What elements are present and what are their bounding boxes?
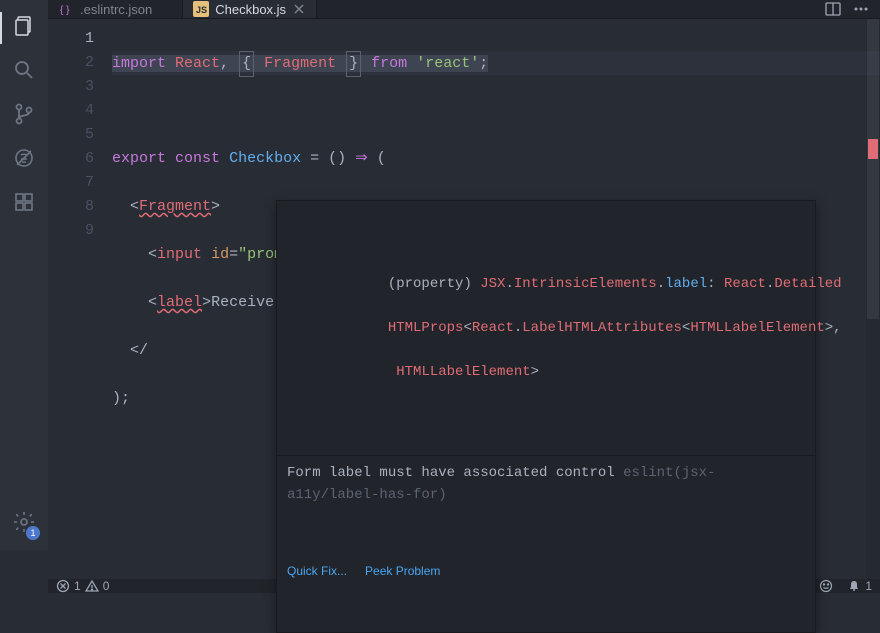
- editor[interactable]: 1 2 3 4 5 6 7 8 9 import React, { Fragme…: [48, 19, 880, 579]
- git-branch-icon: [12, 102, 36, 131]
- line-number: 9: [48, 219, 94, 243]
- status-feedback[interactable]: [819, 579, 833, 593]
- hover-message: Form label must have associated control …: [277, 455, 815, 512]
- activity-settings[interactable]: 1: [0, 504, 48, 544]
- activity-extensions[interactable]: [0, 184, 48, 224]
- status-notifications[interactable]: 1: [847, 579, 872, 593]
- tab-bar: { } .eslintrc.json JS Checkbox.js: [48, 0, 880, 19]
- activity-source-control[interactable]: [0, 96, 48, 136]
- more-icon[interactable]: [852, 0, 870, 18]
- line-number: 4: [48, 99, 94, 123]
- tab-label: .eslintrc.json: [80, 2, 152, 17]
- bug-slash-icon: [12, 146, 36, 175]
- extensions-icon: [12, 190, 36, 219]
- bell-icon: [847, 579, 861, 593]
- error-icon: [56, 579, 70, 593]
- svg-text:{ }: { }: [60, 5, 70, 16]
- line-number: 2: [48, 51, 94, 75]
- search-icon: [12, 58, 36, 87]
- status-problems[interactable]: 1 0: [56, 579, 109, 593]
- code-line: [112, 99, 880, 123]
- code-area[interactable]: import React, { Fragment } from 'react';…: [112, 19, 880, 579]
- line-number: 7: [48, 171, 94, 195]
- line-number: 1: [48, 27, 94, 51]
- json-icon: { }: [58, 1, 74, 17]
- smiley-icon: [819, 579, 833, 593]
- line-number: 5: [48, 123, 94, 147]
- tab-label: Checkbox.js: [215, 2, 286, 17]
- line-gutter: 1 2 3 4 5 6 7 8 9: [48, 19, 112, 579]
- scroll-error-marker: [868, 139, 878, 159]
- close-icon[interactable]: [292, 2, 306, 16]
- split-editor-icon[interactable]: [824, 0, 842, 18]
- hover-widget: (property) JSX.IntrinsicElements.label: …: [276, 200, 816, 633]
- line-number: 8: [48, 195, 94, 219]
- activity-search[interactable]: [0, 52, 48, 92]
- warning-icon: [85, 579, 99, 593]
- files-icon: [12, 14, 36, 43]
- hover-signature: (property) JSX.IntrinsicElements.label: …: [277, 245, 815, 411]
- svg-text:JS: JS: [196, 5, 207, 15]
- hover-peek-problem[interactable]: Peek Problem: [365, 560, 440, 582]
- activity-bar: 1: [0, 0, 48, 550]
- code-line: export const Checkbox = () ⇒ (: [112, 147, 880, 171]
- line-number: 3: [48, 75, 94, 99]
- hover-quick-fix[interactable]: Quick Fix...: [287, 560, 347, 582]
- js-icon: JS: [193, 1, 209, 17]
- scrollbar-vertical[interactable]: [866, 19, 880, 579]
- scroll-thumb[interactable]: [867, 19, 879, 319]
- line-number: 6: [48, 147, 94, 171]
- tab-checkbox[interactable]: JS Checkbox.js: [183, 0, 317, 18]
- activity-debug[interactable]: [0, 140, 48, 180]
- code-line: import React, { Fragment } from 'react';: [112, 51, 880, 75]
- settings-badge: 1: [26, 526, 40, 540]
- tab-eslintrc[interactable]: { } .eslintrc.json: [48, 0, 183, 18]
- activity-explorer[interactable]: [0, 8, 48, 48]
